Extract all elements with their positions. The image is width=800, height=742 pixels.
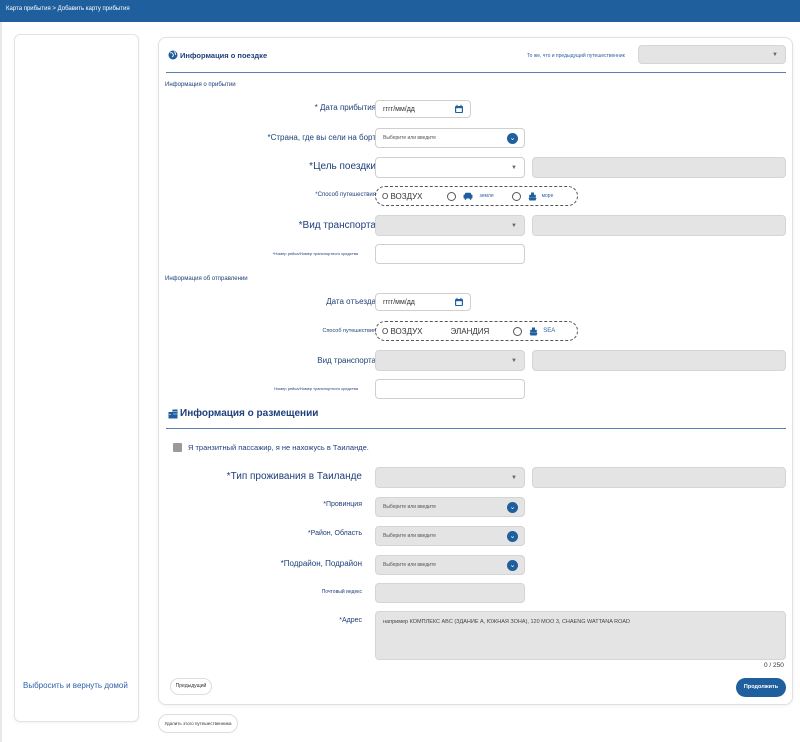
arrival-section-title: Информация о прибытии <box>165 82 236 88</box>
continue-button[interactable]: Продолжить <box>736 678 786 697</box>
travel-mode-label: *Способ путешествия <box>315 192 376 198</box>
dep-transport-type-label: Вид транспорта <box>317 356 376 365</box>
dep-mode-sea-radio[interactable] <box>513 326 523 336</box>
caret-down-icon: ▼ <box>511 164 517 171</box>
caret-down-icon: ▼ <box>511 357 517 364</box>
mode-land-radio[interactable] <box>446 191 456 201</box>
purpose-select[interactable]: ▼ <box>375 157 525 178</box>
previous-button[interactable]: Предыдущий <box>170 678 212 695</box>
transit-checkbox[interactable] <box>173 443 182 452</box>
building-icon <box>168 409 178 419</box>
dep-transport-type-select[interactable]: ▼ <box>375 350 525 371</box>
same-as-previous-select[interactable]: ▼ <box>638 45 786 64</box>
stay-type-label: *Тип проживания в Таиланде <box>226 471 362 482</box>
dep-mode-air-option[interactable]: О ВОЗДУХ <box>382 327 423 336</box>
boarding-country-label: *Страна, где вы сели на борт <box>267 133 377 142</box>
dep-travel-mode-label: Способ путешествия <box>322 328 376 334</box>
mode-sea-radio[interactable] <box>511 191 521 201</box>
transit-checkbox-label: Я транзитный пассажир, я не нахожусь в Т… <box>188 443 369 452</box>
departure-date-label: Дата отъезда <box>326 297 376 306</box>
transport-type-other-field <box>532 215 786 236</box>
arrival-date-input[interactable]: гггг/мм/дд <box>375 100 471 118</box>
dep-mode-land-option[interactable]: ЭЛАНДИЯ <box>451 327 490 336</box>
breadcrumb: Карта прибытия > Добавить карту прибытия <box>6 6 130 12</box>
flight-number-label: *Номер рейса/Номер транспортного средств… <box>272 251 358 256</box>
caret-down-icon: ▼ <box>772 51 778 58</box>
chevron-down-icon: ⌄ <box>507 502 518 513</box>
subdistrict-label: *Подрайон, Подрайон <box>280 559 362 568</box>
chevron-down-icon: ⌄ <box>507 133 518 144</box>
travel-mode-group: О ВОЗДУХ земля море <box>375 186 578 206</box>
mode-sea-label: море <box>541 193 554 199</box>
departure-date-input[interactable]: гггг/мм/дд <box>375 293 471 311</box>
transport-type-label: *Вид транспорта <box>298 220 376 231</box>
same-as-previous-label: То же, что и предыдущий путешественник <box>527 53 625 59</box>
dep-flight-number-input[interactable] <box>375 379 525 399</box>
dep-travel-mode-group: О ВОЗДУХ ЭЛАНДИЯ SEA <box>375 321 578 341</box>
address-placeholder: например КОМПЛЕКС ABC (ЗДАНИЕ A, ЮЖНАЯ З… <box>383 619 630 625</box>
purpose-label: *Цель поездки <box>309 161 376 172</box>
dep-transport-type-other-field <box>532 350 786 371</box>
address-char-counter: 0 / 250 <box>764 662 784 669</box>
postal-label: Почтовый индекс <box>321 589 362 595</box>
arrival-date-placeholder: гггг/мм/дд <box>383 105 415 113</box>
accommodation-section-title: Информация о размещении <box>180 408 319 419</box>
chevron-down-icon: ⌄ <box>507 531 518 542</box>
caret-down-icon: ▼ <box>511 474 517 481</box>
trip-section-title: Информация о поездке <box>180 51 268 60</box>
reset-link[interactable]: Выбросить и вернуть домой <box>23 681 128 690</box>
ship-icon <box>528 192 537 200</box>
flight-number-input[interactable] <box>375 244 525 264</box>
departure-date-placeholder: гггг/мм/дд <box>383 298 415 306</box>
caret-down-icon: ▼ <box>511 222 517 229</box>
subdistrict-placeholder: Выберите или введите <box>383 562 437 568</box>
mode-air-option[interactable]: О ВОЗДУХ <box>382 192 423 201</box>
province-select[interactable]: Выберите или введите ⌄ <box>375 497 525 517</box>
ship-icon <box>529 327 538 335</box>
address-textarea[interactable]: например КОМПЛЕКС ABC (ЗДАНИЕ A, ЮЖНАЯ З… <box>375 611 786 660</box>
chevron-down-icon: ⌄ <box>507 560 518 571</box>
accommodation-divider <box>166 428 786 429</box>
calendar-icon[interactable] <box>454 297 464 307</box>
district-label: *Район, Область <box>307 530 362 537</box>
stay-type-other-field <box>532 467 786 488</box>
boarding-country-select[interactable]: Выберите или введите ⌄ <box>375 128 525 148</box>
main-form-card: Информация о поездке То же, что и предыд… <box>158 37 793 705</box>
calendar-icon[interactable] <box>454 104 464 114</box>
sidebar: Выбросить и вернуть домой <box>14 34 139 722</box>
subdistrict-select[interactable]: Выберите или введите ⌄ <box>375 555 525 575</box>
left-edge <box>0 22 2 742</box>
dep-flight-number-label: Номер рейса/Номер транспортного средства <box>274 386 358 391</box>
transport-type-select[interactable]: ▼ <box>375 215 525 236</box>
top-bar: Карта прибытия > Добавить карту прибытия <box>0 0 800 22</box>
postal-input[interactable] <box>375 583 525 603</box>
boarding-country-placeholder: Выберите или введите <box>383 135 437 141</box>
province-placeholder: Выберите или введите <box>383 504 437 510</box>
departure-section-title: Информация об отправлении <box>165 276 248 282</box>
globe-icon <box>168 50 178 60</box>
car-icon <box>463 192 472 200</box>
district-placeholder: Выберите или введите <box>383 533 437 539</box>
arrival-date-label: * Дата прибытия <box>314 103 376 112</box>
province-label: *Провинция <box>323 501 362 508</box>
stay-type-select[interactable]: ▼ <box>375 467 525 488</box>
trip-divider <box>166 72 786 73</box>
dep-mode-sea-label: SEA <box>543 328 556 334</box>
district-select[interactable]: Выберите или введите ⌄ <box>375 526 525 546</box>
mode-land-label: земля <box>479 193 494 199</box>
address-label: *Адрес <box>339 617 362 624</box>
purpose-other-field <box>532 157 786 178</box>
delete-traveler-button[interactable]: Удалить этого путешественника <box>158 714 238 733</box>
